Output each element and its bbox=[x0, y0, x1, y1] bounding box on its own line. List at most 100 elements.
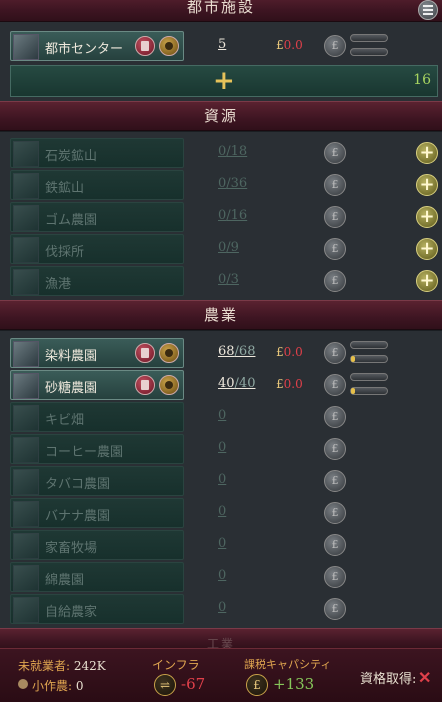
building-icon bbox=[13, 597, 39, 623]
goods-icon[interactable] bbox=[135, 375, 155, 395]
building-bar[interactable]: 伐採所 bbox=[10, 234, 184, 264]
build-city-center-button[interactable]: + 16 bbox=[10, 65, 438, 97]
subsidy-button[interactable]: £ bbox=[324, 566, 346, 588]
plus-icon: + bbox=[213, 66, 235, 96]
building-bar[interactable]: 家畜牧場 bbox=[10, 530, 184, 560]
building-bar[interactable]: バナナ農園 bbox=[10, 498, 184, 528]
resources-section-header: 資源 bbox=[0, 101, 442, 131]
ownership-icon[interactable] bbox=[159, 36, 179, 56]
building-level[interactable]: 0 bbox=[218, 600, 226, 615]
building-row-agriculture: キビ畑 0 £ bbox=[10, 402, 438, 432]
building-level[interactable]: 0/18 bbox=[218, 144, 247, 159]
build-plus-icon[interactable]: + bbox=[416, 206, 438, 228]
subsidy-button[interactable]: £ bbox=[324, 374, 346, 396]
building-bar[interactable]: 都市センター bbox=[10, 31, 184, 61]
subsidy-button[interactable]: £ bbox=[324, 270, 346, 292]
railroad-icon: ⇌ bbox=[154, 674, 176, 696]
subsidy-button[interactable]: £ bbox=[324, 598, 346, 620]
building-level[interactable]: 0 bbox=[218, 440, 226, 455]
subsidy-button[interactable]: £ bbox=[324, 206, 346, 228]
employment-slider[interactable] bbox=[350, 387, 388, 395]
unemployed-stat: 未就業者: 242K bbox=[18, 659, 106, 673]
building-bar[interactable]: 石炭鉱山 bbox=[10, 138, 184, 168]
subsidy-button[interactable]: £ bbox=[324, 502, 346, 524]
building-row-resource: 鉄鉱山 0/36 £ + bbox=[10, 170, 438, 200]
urban-section-title: 都市施設 bbox=[186, 0, 255, 16]
menu-icon[interactable] bbox=[418, 0, 438, 20]
production-slider[interactable] bbox=[350, 341, 388, 349]
building-bar[interactable]: コーヒー農園 bbox=[10, 434, 184, 464]
building-name: キビ畑 bbox=[45, 413, 85, 428]
building-name: 家畜牧場 bbox=[45, 541, 98, 556]
ownership-icon[interactable] bbox=[159, 375, 179, 395]
tax-capacity-label: 課税キャパシティ bbox=[244, 658, 332, 671]
building-bar[interactable]: キビ畑 bbox=[10, 402, 184, 432]
building-level[interactable]: 0/9 bbox=[218, 240, 239, 255]
resources-section-title: 資源 bbox=[203, 107, 238, 125]
building-name: タバコ農園 bbox=[45, 477, 111, 492]
building-row-agriculture: 家畜牧場 0 £ bbox=[10, 530, 438, 560]
building-icon bbox=[13, 141, 39, 167]
building-name: 都市センター bbox=[45, 42, 124, 57]
build-plus-icon[interactable]: + bbox=[416, 142, 438, 164]
building-bar[interactable]: 砂糖農園 bbox=[10, 370, 184, 400]
building-bar[interactable]: 鉄鉱山 bbox=[10, 170, 184, 200]
building-bar[interactable]: ゴム農園 bbox=[10, 202, 184, 232]
subsidy-button[interactable]: £ bbox=[324, 406, 346, 428]
pound-icon: £ bbox=[246, 674, 268, 696]
city-center-icon bbox=[13, 34, 39, 60]
subsidy-button[interactable]: £ bbox=[324, 438, 346, 460]
building-level[interactable]: 0/3 bbox=[218, 272, 239, 287]
building-level[interactable]: 0 bbox=[218, 568, 226, 583]
building-bar[interactable]: タバコ農園 bbox=[10, 466, 184, 496]
goods-icon[interactable] bbox=[135, 343, 155, 363]
building-icon bbox=[13, 501, 39, 527]
build-plus-icon[interactable]: + bbox=[416, 238, 438, 260]
building-bar[interactable]: 染料農園 bbox=[10, 338, 184, 368]
employment-slider[interactable] bbox=[350, 355, 388, 363]
building-bar[interactable]: 漁港 bbox=[10, 266, 184, 296]
building-level[interactable]: 0/36 bbox=[218, 176, 247, 191]
build-count: 16 bbox=[413, 72, 431, 88]
peasants-stat: 小作農: 0 bbox=[32, 679, 84, 693]
building-level[interactable]: 0 bbox=[218, 504, 226, 519]
subsidy-button[interactable]: £ bbox=[324, 238, 346, 260]
subsidy-button[interactable]: £ bbox=[324, 342, 346, 364]
building-level[interactable]: 0/16 bbox=[218, 208, 247, 223]
build-plus-icon[interactable]: + bbox=[416, 174, 438, 196]
building-row-agriculture: コーヒー農園 0 £ bbox=[10, 434, 438, 464]
building-level[interactable]: 0 bbox=[218, 536, 226, 551]
close-icon[interactable]: ✕ bbox=[418, 668, 431, 687]
building-bar[interactable]: 自給農家 bbox=[10, 594, 184, 624]
building-level[interactable]: 0 bbox=[218, 408, 226, 423]
subsidy-button[interactable]: £ bbox=[324, 174, 346, 196]
building-icon bbox=[13, 469, 39, 495]
building-row-agriculture: 砂糖農園 40/40 £0.0 £ bbox=[10, 370, 438, 400]
ownership-icon[interactable] bbox=[159, 343, 179, 363]
subsidy-button[interactable]: £ bbox=[324, 35, 346, 57]
building-name: 砂糖農園 bbox=[45, 381, 98, 396]
build-plus-icon[interactable]: + bbox=[416, 270, 438, 292]
building-cost: £0.0 bbox=[276, 38, 303, 52]
slider-fill bbox=[351, 356, 355, 362]
building-level[interactable]: 0 bbox=[218, 472, 226, 487]
goods-icon[interactable] bbox=[135, 36, 155, 56]
production-slider[interactable] bbox=[350, 373, 388, 381]
building-name: ゴム農園 bbox=[45, 213, 98, 228]
subsidy-button[interactable]: £ bbox=[324, 534, 346, 556]
subsidy-button[interactable]: £ bbox=[324, 470, 346, 492]
subsidy-button[interactable]: £ bbox=[324, 142, 346, 164]
building-bar[interactable]: 綿農園 bbox=[10, 562, 184, 592]
production-slider[interactable] bbox=[350, 34, 388, 42]
building-level[interactable]: 40/40 bbox=[218, 376, 255, 391]
building-name: 鉄鉱山 bbox=[45, 181, 85, 196]
building-name: バナナ農園 bbox=[45, 509, 111, 524]
building-row-agriculture: バナナ農園 0 £ bbox=[10, 498, 438, 528]
building-icon bbox=[13, 173, 39, 199]
building-name: 伐採所 bbox=[45, 245, 85, 260]
building-cost: £0.0 bbox=[276, 377, 303, 391]
building-level[interactable]: 5 bbox=[218, 37, 226, 52]
urban-section-header: 都市施設 bbox=[0, 0, 442, 22]
employment-slider[interactable] bbox=[350, 48, 388, 56]
building-level[interactable]: 68/68 bbox=[218, 344, 255, 359]
